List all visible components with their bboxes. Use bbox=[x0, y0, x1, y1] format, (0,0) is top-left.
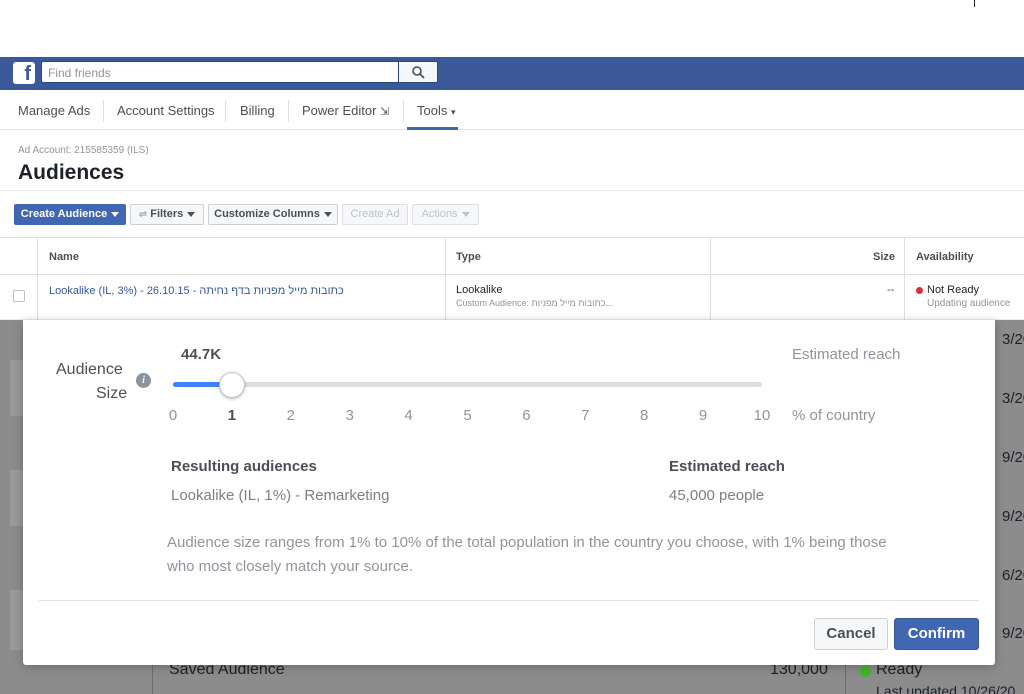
estimated-reach-label: Estimated reach bbox=[792, 346, 901, 363]
slider-tick-label[interactable]: 0 bbox=[163, 407, 183, 424]
reach-value: 44.7K bbox=[181, 346, 222, 363]
nav-divider bbox=[288, 100, 289, 122]
background-date-fragment: 6/20 bbox=[1002, 567, 1024, 584]
create-audience-label: Create Audience bbox=[20, 208, 108, 220]
nav-active-indicator bbox=[407, 127, 458, 130]
nav-account-settings[interactable]: Account Settings bbox=[117, 90, 215, 130]
search-button[interactable] bbox=[398, 61, 438, 83]
nav-power-editor-label: Power Editor bbox=[302, 103, 377, 118]
audience-size-label: Audience bbox=[56, 361, 123, 378]
audience-type-source: Custom Audience: כתובות מייל מפניות... bbox=[456, 298, 613, 308]
background-panel bbox=[10, 590, 24, 650]
slider-tick-label[interactable]: 3 bbox=[340, 407, 360, 424]
info-icon[interactable]: i bbox=[136, 373, 151, 388]
caret-down-icon bbox=[461, 211, 470, 217]
resulting-audience-name: Lookalike (IL, 1%) - Remarketing bbox=[171, 487, 390, 504]
table-header: Name Type Size Availability bbox=[0, 237, 1024, 275]
background-date-fragment: 9/20 bbox=[1002, 449, 1024, 466]
nav-tools[interactable]: Tools ▾ bbox=[417, 90, 456, 130]
slider-tick-label[interactable]: 6 bbox=[516, 407, 536, 424]
slider-tick-label[interactable]: 9 bbox=[693, 407, 713, 424]
availability-substatus: Updating audience bbox=[927, 298, 1011, 309]
estimated-reach-heading: Estimated reach bbox=[669, 458, 785, 475]
actions-label: Actions bbox=[421, 208, 458, 220]
background-date-fragment: 9/20 bbox=[1002, 625, 1024, 642]
background-last-updated: Last updated 10/26/20 bbox=[876, 683, 1016, 694]
slider-tick-label[interactable]: 4 bbox=[399, 407, 419, 424]
create-audience-button[interactable]: Create Audience bbox=[14, 204, 126, 225]
slider-tick-label[interactable]: 10 bbox=[752, 407, 772, 424]
audience-size-label: Size bbox=[96, 385, 128, 402]
caret-down-icon bbox=[187, 211, 196, 217]
audience-type: Lookalike bbox=[456, 284, 503, 296]
column-divider bbox=[445, 237, 446, 320]
ads-nav: Manage Ads Account Settings Billing Powe… bbox=[0, 90, 1024, 130]
find-friends-input[interactable]: Find friends bbox=[41, 61, 398, 83]
header-divider bbox=[0, 190, 1024, 191]
external-link-icon: ⇲ bbox=[380, 106, 390, 118]
filter-sliders-icon: ⇌ bbox=[138, 209, 148, 220]
background-date-fragment: 3/20 bbox=[1002, 331, 1024, 348]
modal-footer-divider bbox=[39, 600, 979, 601]
page-title: Audiences bbox=[18, 161, 125, 184]
column-header-availability[interactable]: Availability bbox=[916, 238, 974, 276]
chevron-down-icon: ▾ bbox=[450, 107, 456, 117]
search-icon bbox=[412, 66, 425, 79]
confirm-button[interactable]: Confirm bbox=[894, 618, 979, 650]
audience-size-slider-track[interactable] bbox=[173, 382, 762, 387]
nav-divider bbox=[103, 100, 104, 122]
not-ready-status-dot-icon bbox=[916, 287, 923, 294]
background-panel bbox=[10, 470, 24, 526]
audience-size-explanation: Audience size ranges from 1% to 10% of t… bbox=[167, 534, 887, 575]
corner-mark bbox=[974, 0, 975, 7]
nav-divider bbox=[225, 100, 226, 122]
background-date-fragment: 3/20 bbox=[1002, 390, 1024, 407]
availability-status: Not Ready bbox=[927, 284, 979, 296]
customize-columns-button[interactable]: Customize Columns bbox=[208, 204, 338, 225]
caret-down-icon bbox=[111, 211, 120, 217]
slider-tick-label[interactable]: 1 bbox=[222, 407, 242, 424]
facebook-logo-icon[interactable]: f bbox=[13, 62, 35, 84]
nav-manage-ads[interactable]: Manage Ads bbox=[18, 90, 90, 130]
audience-size: -- bbox=[887, 284, 895, 296]
cancel-button[interactable]: Cancel bbox=[814, 618, 888, 650]
column-header-size[interactable]: Size bbox=[873, 238, 895, 276]
percent-of-country-label: % of country bbox=[792, 407, 876, 424]
nav-billing[interactable]: Billing bbox=[240, 90, 275, 130]
background-date-fragment: 9/20 bbox=[1002, 508, 1024, 525]
audience-size-slider-handle[interactable] bbox=[218, 372, 245, 398]
slider-tick-label[interactable]: 2 bbox=[281, 407, 301, 424]
slider-tick-label[interactable]: 5 bbox=[458, 407, 478, 424]
background-panel bbox=[10, 360, 24, 416]
slider-tick-label[interactable]: 8 bbox=[634, 407, 654, 424]
audience-size-modal bbox=[23, 320, 995, 665]
nav-divider bbox=[403, 100, 404, 122]
nav-power-editor[interactable]: Power Editor ⇲ bbox=[302, 90, 389, 130]
resulting-audiences-heading: Resulting audiences bbox=[171, 458, 317, 475]
caret-down-icon bbox=[323, 211, 332, 217]
actions-button[interactable]: Actions bbox=[412, 204, 479, 225]
filters-button[interactable]: ⇌ Filters bbox=[130, 204, 204, 225]
column-header-name[interactable]: Name bbox=[49, 238, 79, 276]
audience-name-link[interactable]: Lookalike (IL, 3%) - 26.10.15 - כתובות מ… bbox=[49, 285, 344, 297]
estimated-reach-people: 45,000 people bbox=[669, 487, 765, 504]
column-divider bbox=[904, 237, 905, 320]
column-divider bbox=[710, 237, 711, 320]
filters-label: Filters bbox=[150, 208, 184, 220]
ad-account-label: Ad Account: 215585359 (ILS) bbox=[18, 145, 149, 156]
slider-tick-label[interactable]: 7 bbox=[575, 407, 595, 424]
row-checkbox[interactable] bbox=[13, 290, 25, 302]
create-ad-button[interactable]: Create Ad bbox=[342, 204, 408, 225]
customize-columns-label: Customize Columns bbox=[214, 208, 320, 220]
nav-tools-label: Tools bbox=[417, 103, 448, 118]
column-header-type[interactable]: Type bbox=[456, 238, 481, 276]
column-divider bbox=[37, 237, 38, 320]
ready-status-dot-icon bbox=[860, 666, 871, 677]
